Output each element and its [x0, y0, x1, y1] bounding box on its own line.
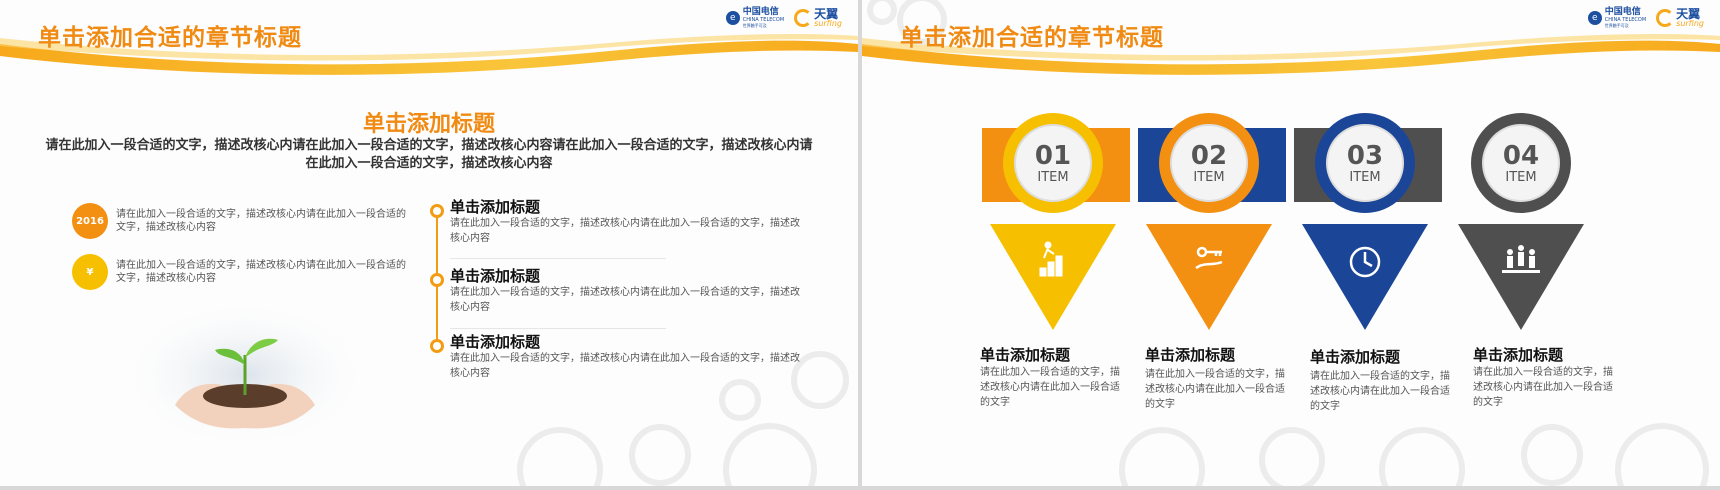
- step-desc[interactable]: 请在此加入一段合适的文字，描述改核心内请在此加入一段合适的文字: [1145, 367, 1290, 412]
- timeline-item[interactable]: 单击添加标题 请在此加入一段合适的文字，描述改核心内请在此加入一段合适的文字，描…: [430, 198, 800, 246]
- feature-item[interactable]: 2016 请在此加入一段合适的文字，描述改核心内请在此加入一段合适的文字，描述改…: [72, 203, 412, 239]
- calendar-2016-icon: 2016: [72, 203, 108, 239]
- telecom-mark-icon: e: [1587, 11, 1602, 25]
- step-badge-2[interactable]: 02 ITEM: [1171, 125, 1247, 201]
- surfing-logo: 天翼 surfing: [794, 8, 842, 28]
- timeline-item[interactable]: 单击添加标题 请在此加入一段合适的文字，描述改核心内请在此加入一段合适的文字，描…: [430, 267, 800, 315]
- telecom-slogan: 世界触手可及: [1604, 23, 1629, 28]
- step-label: ITEM: [1349, 169, 1381, 185]
- step-label: ITEM: [1037, 169, 1069, 185]
- feature-text: 请在此加入一段合适的文字，描述改核心内请在此加入一段合适的文字，描述改核心内容: [116, 209, 406, 233]
- surfing-swirl-icon: [1656, 9, 1675, 27]
- timeline-item[interactable]: 单击添加标题 请在此加入一段合适的文字，描述改核心内请在此加入一段合适的文字，描…: [430, 333, 800, 381]
- timeline-desc: 请在此加入一段合适的文字，描述改核心内请在此加入一段合适的文字，描述改核心内容: [450, 353, 800, 379]
- timeline-title: 单击添加标题: [450, 267, 541, 285]
- slide-left: 单击添加合适的章节标题 e 中国电信 CHINA TELECOM 世界触手可及 …: [0, 0, 858, 486]
- telecom-name: 中国电信: [742, 7, 779, 17]
- china-telecom-logo: e 中国电信 CHINA TELECOM 世界触手可及: [725, 7, 784, 28]
- step-number: 01: [1034, 140, 1072, 171]
- step-badge-3[interactable]: 03 ITEM: [1327, 125, 1403, 201]
- timeline-desc: 请在此加入一段合适的文字，描述改核心内请在此加入一段合适的文字，描述改核心内容: [450, 287, 800, 313]
- timeline-separator: [450, 258, 666, 259]
- main-description[interactable]: 请在此加入一段合适的文字，描述改核心内请在此加入一段合适的文字，描述改核心内容请…: [40, 137, 818, 173]
- logo-group: e 中国电信 CHINA TELECOM 世界触手可及 天翼 surfing: [1587, 7, 1704, 28]
- timeline-title: 单击添加标题: [450, 198, 541, 216]
- step-label: ITEM: [1505, 169, 1537, 185]
- slide-right: 单击添加合适的章节标题 e 中国电信 CHINA TELECOM 世界触手可及 …: [862, 0, 1720, 486]
- slide-background: [862, 0, 1720, 486]
- timeline-dot: [430, 273, 444, 287]
- timeline-desc: 请在此加入一段合适的文字，描述改核心内请在此加入一段合适的文字，描述改核心内容: [450, 218, 800, 244]
- surfing-name-en: surfing: [814, 19, 842, 28]
- telecom-name: 中国电信: [1604, 7, 1641, 17]
- logo-group: e 中国电信 CHINA TELECOM 世界触手可及 天翼 surfing: [725, 7, 842, 28]
- feature-text: 请在此加入一段合适的文字，描述改核心内请在此加入一段合适的文字，描述改核心内容: [116, 260, 406, 284]
- step-title[interactable]: 单击添加标题: [1473, 344, 1563, 365]
- step-desc[interactable]: 请在此加入一段合适的文字，描述改核心内请在此加入一段合适的文字: [1473, 365, 1618, 410]
- hands-plant-image: [120, 300, 370, 450]
- step-number: 04: [1502, 140, 1540, 171]
- step-badge-4[interactable]: 04 ITEM: [1483, 125, 1559, 201]
- surfing-name-en: surfing: [1676, 19, 1704, 28]
- surfing-swirl-icon: [794, 9, 813, 27]
- china-telecom-logo: e 中国电信 CHINA TELECOM 世界触手可及: [1587, 7, 1646, 28]
- main-heading[interactable]: 单击添加标题: [0, 106, 858, 138]
- step-number: 02: [1190, 140, 1228, 171]
- section-title[interactable]: 单击添加合适的章节标题: [38, 18, 302, 52]
- section-title[interactable]: 单击添加合适的章节标题: [900, 18, 1164, 52]
- step-desc[interactable]: 请在此加入一段合适的文字，描述改核心内请在此加入一段合适的文字: [1310, 369, 1455, 414]
- step-desc[interactable]: 请在此加入一段合适的文字，描述改核心内请在此加入一段合适的文字: [980, 365, 1125, 410]
- step-label: ITEM: [1193, 169, 1225, 185]
- step-number: 03: [1346, 140, 1384, 171]
- money-bag-icon: ¥: [72, 254, 108, 290]
- timeline-dot: [430, 204, 444, 218]
- feature-item[interactable]: ¥ 请在此加入一段合适的文字，描述改核心内请在此加入一段合适的文字，描述改核心内…: [72, 254, 412, 290]
- step-badge-1[interactable]: 01 ITEM: [1015, 125, 1091, 201]
- telecom-slogan: 世界触手可及: [742, 23, 767, 28]
- step-title[interactable]: 单击添加标题: [1145, 344, 1235, 365]
- surfing-logo: 天翼 surfing: [1656, 8, 1704, 28]
- timeline-dot: [430, 339, 444, 353]
- timeline-title: 单击添加标题: [450, 333, 541, 351]
- telecom-mark-icon: e: [725, 11, 740, 25]
- step-title[interactable]: 单击添加标题: [980, 344, 1070, 365]
- timeline-separator: [450, 328, 666, 329]
- step-title[interactable]: 单击添加标题: [1310, 346, 1400, 367]
